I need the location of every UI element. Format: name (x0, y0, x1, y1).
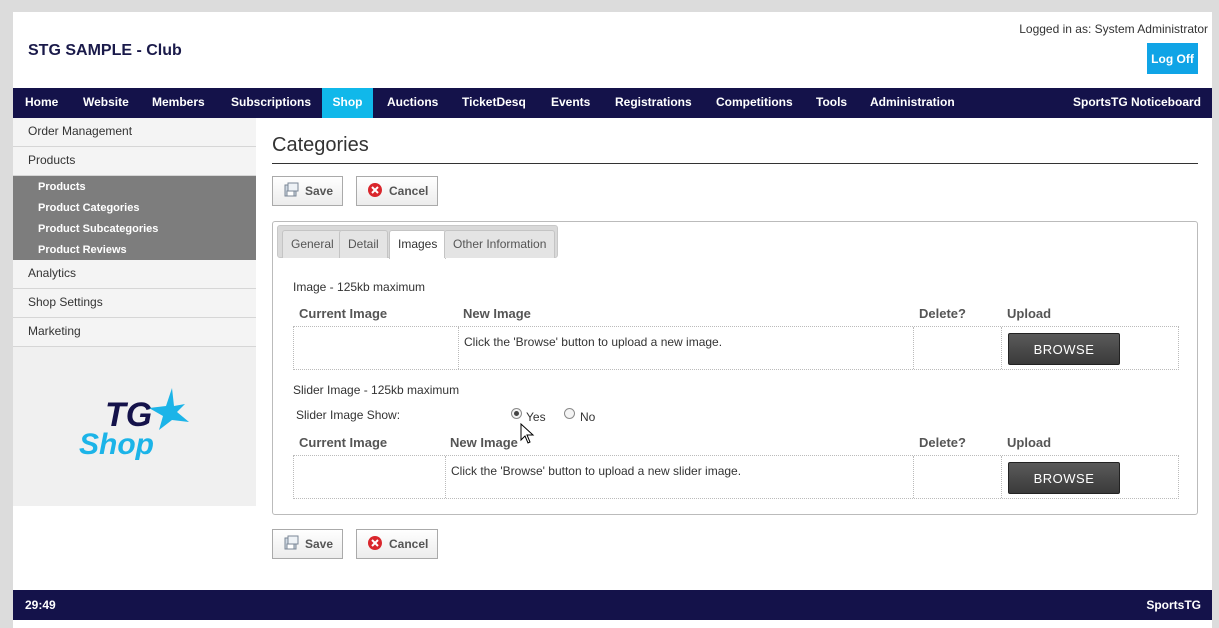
slider-column-current-image: Current Image (299, 435, 388, 450)
submenu-item-products[interactable]: Products (38, 181, 86, 193)
nav-competitions[interactable]: Competitions (704, 88, 805, 118)
nav-registrations[interactable]: Registrations (603, 88, 704, 118)
save-label: Save (305, 537, 334, 551)
sidebar-item-analytics[interactable]: Analytics (13, 260, 256, 289)
category-form-panel: General Detail Images Other Information … (272, 221, 1198, 515)
header: STG SAMPLE - Club Logged in as: System A… (13, 12, 1212, 88)
nav-shop[interactable]: Shop (322, 88, 373, 118)
tab-images[interactable]: Images (389, 230, 447, 259)
save-button-bottom[interactable]: Save (272, 529, 343, 559)
logged-in-status: Logged in as: System Administrator (1019, 22, 1208, 36)
page-title: Categories (272, 134, 369, 156)
cell-divider (1001, 327, 1002, 369)
logo-star (149, 388, 189, 430)
club-title: STG SAMPLE - Club (28, 42, 182, 59)
slider-column-upload: Upload (1007, 435, 1052, 450)
tg-shop-logo: TG Shop (77, 386, 197, 466)
image-upload-hint: Click the 'Browse' button to upload a ne… (464, 335, 723, 349)
sidebar-item-shop-settings[interactable]: Shop Settings (13, 289, 256, 318)
submenu-item-product-reviews[interactable]: Product Reviews (38, 244, 127, 256)
nav-website[interactable]: Website (71, 88, 141, 118)
browse-slider-button[interactable]: BROWSE (1008, 462, 1120, 494)
cell-divider (445, 456, 446, 498)
slider-show-no-radio[interactable] (564, 408, 575, 419)
sidebar-item-order-management[interactable]: Order Management (13, 118, 256, 147)
cell-divider (1001, 456, 1002, 498)
cancel-label: Cancel (389, 537, 429, 551)
cancel-button-top[interactable]: Cancel (356, 176, 438, 206)
main-content: Categories Save Cancel General Detail Im… (272, 118, 1199, 588)
nav-events[interactable]: Events (539, 88, 602, 118)
cancel-icon (367, 535, 383, 554)
browse-image-button[interactable]: BROWSE (1008, 333, 1120, 365)
cancel-button-bottom[interactable]: Cancel (356, 529, 438, 559)
sidebar-item-marketing[interactable]: Marketing (13, 318, 256, 347)
nav-ticketdesq[interactable]: TicketDesq (450, 88, 538, 118)
save-icon (283, 182, 299, 201)
heading-divider (272, 163, 1198, 164)
slider-image-row: Click the 'Browse' button to upload a ne… (293, 455, 1179, 499)
nav-auctions[interactable]: Auctions (375, 88, 450, 118)
slider-show-label: Slider Image Show: (296, 408, 401, 422)
noticeboard-link[interactable]: SportsTG Noticeboard (1073, 88, 1201, 118)
logo-text-bottom: Shop (79, 428, 154, 461)
cancel-icon (367, 182, 383, 201)
sidebar: Order Management Products Products Produ… (13, 118, 256, 506)
image-section-title: Image - 125kb maximum (293, 280, 426, 294)
slider-show-yes-radio[interactable] (511, 408, 522, 419)
image-row: Click the 'Browse' button to upload a ne… (293, 326, 1179, 370)
slider-column-delete: Delete? (919, 435, 966, 450)
tab-general[interactable]: General (282, 230, 343, 258)
nav-administration[interactable]: Administration (858, 88, 967, 118)
session-timer: 29:49 (25, 598, 56, 612)
column-current-image: Current Image (299, 306, 388, 321)
sidebar-item-products[interactable]: Products (13, 147, 256, 176)
column-delete: Delete? (919, 306, 966, 321)
footer: 29:49 SportsTG (13, 590, 1212, 620)
cell-divider (913, 327, 914, 369)
tab-strip: General Detail Images Other Information (277, 225, 558, 259)
save-label: Save (305, 184, 334, 198)
top-navigation: Home Website Members Subscriptions Shop … (13, 88, 1212, 118)
footer-brand: SportsTG (1146, 598, 1201, 612)
tab-detail[interactable]: Detail (339, 230, 388, 258)
nav-subscriptions[interactable]: Subscriptions (219, 88, 323, 118)
submenu-item-product-subcategories[interactable]: Product Subcategories (38, 223, 158, 235)
slider-show-no-label: No (580, 410, 596, 424)
log-off-button[interactable]: Log Off (1147, 43, 1198, 74)
mouse-cursor-icon (520, 422, 536, 445)
nav-tools[interactable]: Tools (804, 88, 859, 118)
products-submenu: Products Product Categories Product Subc… (13, 176, 256, 260)
nav-members[interactable]: Members (140, 88, 217, 118)
slider-upload-hint: Click the 'Browse' button to upload a ne… (451, 464, 742, 478)
cell-divider (458, 327, 459, 369)
column-new-image: New Image (463, 306, 531, 321)
slider-column-new-image: New Image (450, 435, 518, 450)
page-frame: STG SAMPLE - Club Logged in as: System A… (13, 12, 1212, 628)
tab-other-information[interactable]: Other Information (444, 230, 556, 258)
nav-home[interactable]: Home (13, 88, 70, 118)
slider-show-yes-label: Yes (526, 410, 546, 424)
cancel-label: Cancel (389, 184, 429, 198)
save-button-top[interactable]: Save (272, 176, 343, 206)
slider-section-title: Slider Image - 125kb maximum (293, 383, 460, 397)
column-upload: Upload (1007, 306, 1052, 321)
cell-divider (913, 456, 914, 498)
submenu-item-product-categories[interactable]: Product Categories (38, 202, 139, 214)
save-icon (283, 535, 299, 554)
